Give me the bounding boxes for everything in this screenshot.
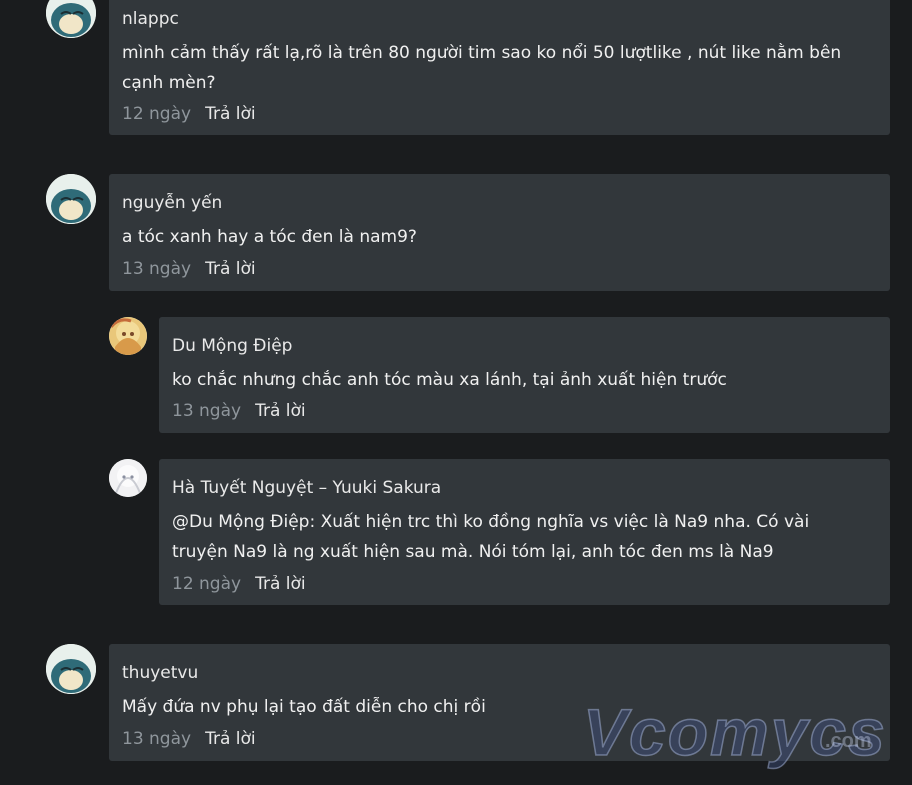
comment-time: 12 ngày	[172, 574, 242, 594]
avatar[interactable]	[46, 174, 96, 224]
reply-button[interactable]: Trả lời	[255, 401, 306, 421]
snorlax-avatar-icon	[46, 644, 96, 694]
comment-author[interactable]: Du Mộng Điệp	[172, 335, 876, 357]
comment-time: 13 ngày	[122, 729, 192, 749]
comment-text: ko chắc nhưng chắc anh tóc màu xa lánh, …	[172, 370, 727, 390]
avatar[interactable]	[46, 644, 96, 694]
comment-card: thuyetvu Mấy đứa nv phụ lại tạo đất diễn…	[109, 644, 890, 761]
comment-text: a tóc xanh hay a tóc đen là nam9?	[122, 227, 417, 247]
reply-button[interactable]: Trả lời	[205, 259, 256, 279]
comment-text: @Du Mộng Điệp: Xuất hiện trc thì ko đồng…	[172, 512, 810, 562]
anime-girl-avatar-icon	[109, 459, 147, 497]
anime-girl-avatar-icon	[109, 317, 147, 355]
reply-button[interactable]: Trả lời	[255, 574, 306, 594]
comment-time: 13 ngày	[172, 401, 242, 421]
comment-meta: 12 ngày Trả lời	[122, 103, 256, 125]
comment-card: nlappc mình cảm thấy rất lạ,rõ là trên 8…	[109, 0, 890, 135]
comment-author[interactable]: Hà Tuyết Nguyệt – Yuuki Sakura	[172, 477, 876, 499]
comment-card: nguyễn yến a tóc xanh hay a tóc đen là n…	[109, 174, 890, 291]
comment-meta: 12 ngày Trả lời	[172, 573, 306, 595]
comment-card: Du Mộng Điệp ko chắc nhưng chắc anh tóc …	[159, 317, 890, 433]
comment-author[interactable]: nlappc	[122, 8, 876, 30]
comment-card: Hà Tuyết Nguyệt – Yuuki Sakura @Du Mộng …	[159, 459, 890, 605]
comment-meta: 13 ngày Trả lời	[172, 400, 306, 422]
snorlax-avatar-icon	[46, 174, 96, 224]
snorlax-avatar-icon	[46, 0, 96, 38]
comment-author[interactable]: nguyễn yến	[122, 192, 876, 214]
reply-button[interactable]: Trả lời	[205, 729, 256, 749]
comment-text: Mấy đứa nv phụ lại tạo đất diễn cho chị …	[122, 697, 486, 717]
avatar[interactable]	[109, 317, 147, 355]
comment-meta: 13 ngày Trả lời	[122, 728, 256, 750]
comment-time: 13 ngày	[122, 259, 192, 279]
comment-author[interactable]: thuyetvu	[122, 662, 876, 684]
comment-text: mình cảm thấy rất lạ,rõ là trên 80 người…	[122, 43, 842, 93]
comment-meta: 13 ngày Trả lời	[122, 258, 256, 280]
comment-time: 12 ngày	[122, 104, 192, 124]
reply-button[interactable]: Trả lời	[205, 104, 256, 124]
avatar[interactable]	[109, 459, 147, 497]
avatar[interactable]	[46, 0, 96, 38]
